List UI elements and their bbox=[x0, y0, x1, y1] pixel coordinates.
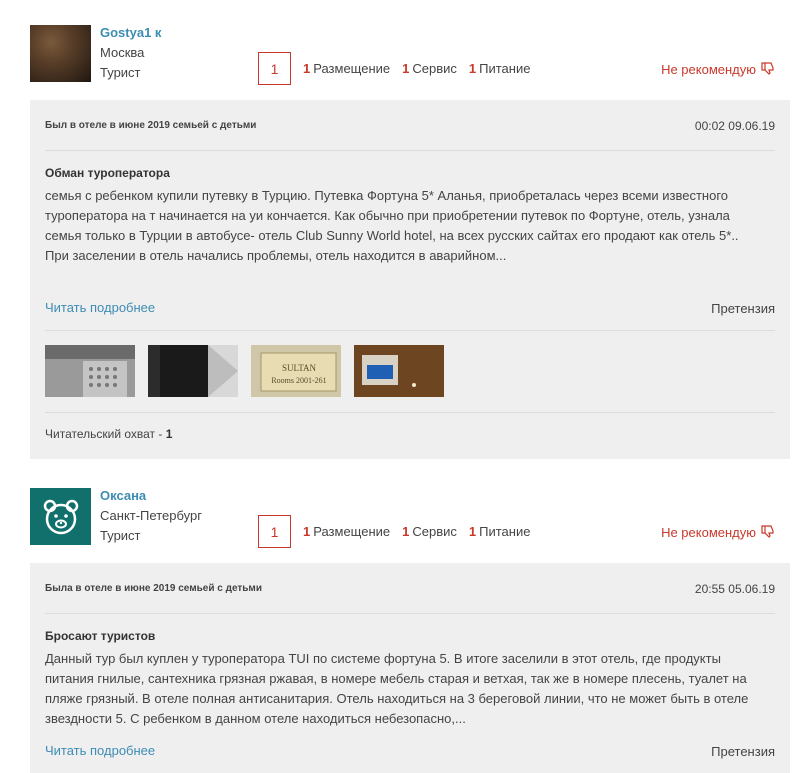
review-1: Gostya1 к Москва Турист 1 1 Размещение 1С… bbox=[0, 0, 799, 460]
review-card: Была в отеле в июне 2019 семьей с детьми… bbox=[30, 563, 790, 773]
user-city: Москва bbox=[100, 45, 145, 60]
not-recommend-label: Не рекомендую bbox=[661, 525, 756, 540]
user-avatar[interactable] bbox=[30, 488, 91, 545]
rating-service: 1 Сервис bbox=[402, 524, 457, 539]
review-text: Данный тур был куплен у туроператора TUI… bbox=[45, 651, 749, 726]
review-title: Обман туроператора bbox=[45, 166, 170, 180]
review-datetime: 20:55 05.06.19 bbox=[694, 582, 775, 596]
complaint-link[interactable]: Претензия bbox=[711, 744, 775, 759]
reach-label: Читательский охват - bbox=[45, 427, 166, 441]
stay-info: Была в отеле в июне 2019 семьей с детьми bbox=[45, 583, 262, 594]
cat-photo bbox=[30, 25, 91, 82]
not-recommend[interactable]: Не рекомендую bbox=[661, 524, 774, 541]
divider bbox=[45, 613, 775, 614]
divider bbox=[45, 330, 775, 331]
read-more-link[interactable]: Читать подробнее bbox=[45, 743, 155, 758]
review-2: Оксана Санкт-Петербург Турист 1 1 Размеще… bbox=[0, 463, 799, 773]
photo-thumbnail[interactable] bbox=[148, 345, 238, 397]
divider bbox=[45, 412, 775, 413]
complaint-link[interactable]: Претензия bbox=[711, 301, 775, 316]
overall-score: 1 bbox=[258, 515, 291, 548]
not-recommend-label: Не рекомендую bbox=[661, 62, 756, 77]
review-card: Был в отеле в июне 2019 семьей с детьми … bbox=[30, 100, 790, 459]
reach-value: 1 bbox=[165, 427, 173, 441]
thumbs-down-icon bbox=[760, 61, 774, 78]
stay-info: Был в отеле в июне 2019 семьей с детьми bbox=[45, 120, 257, 131]
thumbs-down-icon bbox=[760, 524, 774, 541]
user-role: Турист bbox=[100, 65, 141, 80]
divider bbox=[45, 150, 775, 151]
rating-food: 1 Питание bbox=[468, 61, 531, 76]
rating-service: 1 Сервис bbox=[402, 61, 457, 76]
photo-thumbnail[interactable] bbox=[354, 345, 444, 397]
user-name[interactable]: Оксана bbox=[100, 488, 146, 503]
bear-icon bbox=[30, 488, 91, 545]
review-text: семья с ребенком купили путевку в Турцию… bbox=[45, 188, 739, 263]
user-name[interactable]: Gostya1 к bbox=[100, 25, 161, 40]
sign-text-1: SULTAN bbox=[282, 363, 316, 373]
user-avatar[interactable] bbox=[30, 25, 91, 82]
sign-text-2: Rooms 2001-261 bbox=[271, 376, 326, 385]
user-city: Санкт-Петербург bbox=[100, 508, 202, 523]
reader-reach: Читательский охват - 1 bbox=[45, 427, 172, 441]
not-recommend[interactable]: Не рекомендую bbox=[661, 61, 774, 78]
photo-thumbnail[interactable]: SULTAN Rooms 2001-261 bbox=[251, 345, 341, 397]
ratings: 1 Размещение 1 Сервис 1 Питание bbox=[303, 524, 530, 539]
rating-accommodation: 1 Размещение bbox=[303, 61, 391, 76]
read-more-link[interactable]: Читать подробнее bbox=[45, 300, 155, 315]
review-datetime: 00:02 09.06.19 bbox=[694, 119, 775, 133]
user-role: Турист bbox=[100, 528, 141, 543]
photo-thumbnail[interactable] bbox=[45, 345, 135, 397]
overall-score: 1 bbox=[258, 52, 291, 85]
ratings: 1 Размещение 1 Сервис 1 Питание bbox=[303, 61, 530, 76]
rating-food: 1 Питание bbox=[468, 524, 531, 539]
rating-accommodation: 1 Размещение bbox=[303, 524, 391, 539]
review-title: Бросают туристов bbox=[45, 629, 156, 643]
